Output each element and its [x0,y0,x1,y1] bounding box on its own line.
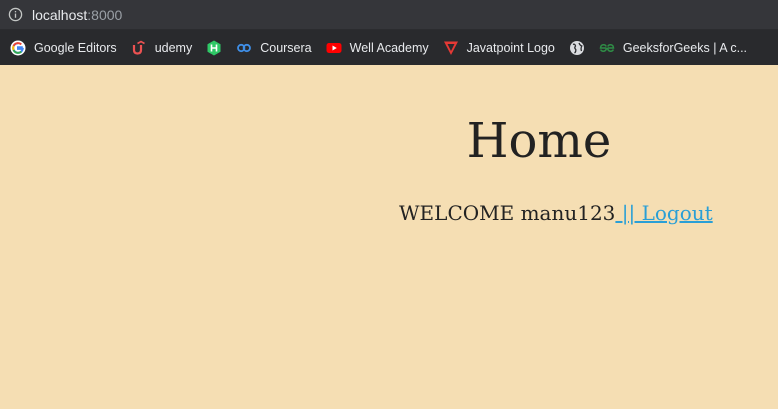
address-bar[interactable]: localhost:8000 [0,0,778,30]
logout-link[interactable]: || Logout [615,201,713,225]
bookmark-geeksforgeeks[interactable]: GeeksforGeeks | A c... [599,35,747,61]
bookmark-label: udemy [154,40,193,55]
bookmark-label: Coursera [260,40,312,55]
bookmark-label: Google Editors [34,40,117,55]
hackerrank-icon [207,40,221,55]
coursera-icon [237,43,252,52]
url-host[interactable]: localhost [32,7,87,23]
bookmark-well-academy[interactable]: Well Academy [326,35,429,61]
page-title: Home [466,113,612,169]
bookmark-javatpoint[interactable]: Javatpoint Logo [443,35,555,61]
udemy-icon [132,40,145,55]
welcome-line: WELCOME manu123 || Logout [399,201,713,225]
globe-icon [569,40,584,55]
url-port[interactable]: :8000 [87,7,122,23]
page-content: Home WELCOME manu123 || Logout [0,65,778,409]
bookmark-udemy[interactable]: udemy [131,35,193,61]
bookmark-coursera[interactable]: Coursera [236,35,312,61]
google-icon [10,40,26,55]
bookmark-google-editors[interactable]: Google Editors [10,35,117,61]
youtube-icon [326,42,342,53]
info-icon[interactable] [8,7,23,22]
bookmark-label: GeeksforGeeks | A c... [622,40,748,55]
bookmark-globe[interactable] [569,35,585,61]
bookmark-hackerrank[interactable] [206,35,222,61]
geeksforgeeks-icon [599,43,615,52]
bookmarks-bar: Google Editors udemy Coursera Well Acade… [0,30,778,65]
bookmark-label: Javatpoint Logo [466,40,555,55]
bookmark-label: Well Academy [349,40,429,55]
welcome-text: WELCOME manu123 [399,201,616,225]
javatpoint-icon [443,41,458,55]
